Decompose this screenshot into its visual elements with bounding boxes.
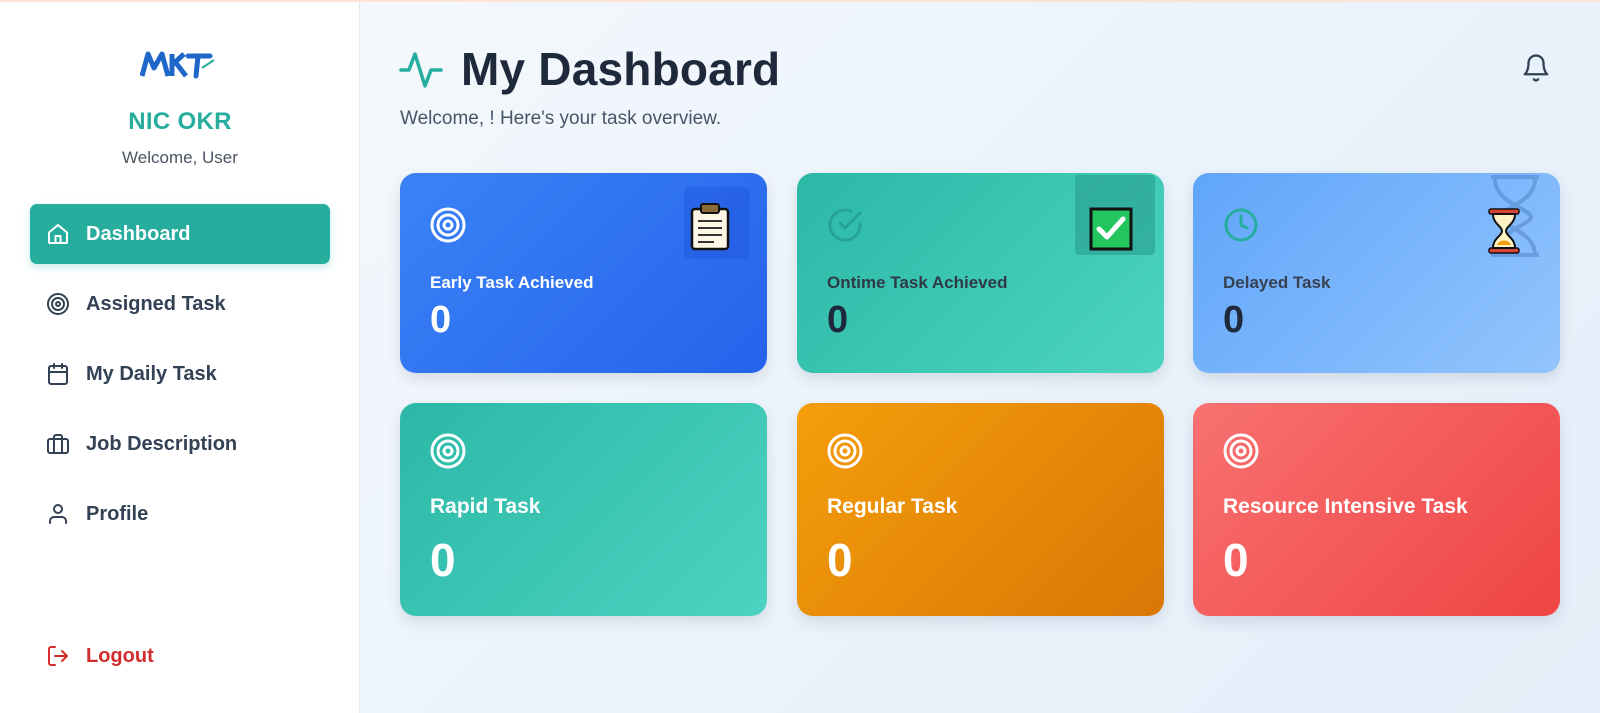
calendar-icon [46,362,70,386]
card-label: Resource Intensive Task [1223,495,1468,518]
sidebar-item-my-daily-task[interactable]: My Daily Task [30,344,330,404]
card-value: 0 [827,299,849,341]
hourglass-icon [1488,175,1539,257]
card-label: Rapid Task [430,495,541,518]
check-circle-icon [828,208,862,242]
target-icon [827,433,863,469]
clipboard-icon [684,187,750,259]
bell-icon[interactable] [1521,52,1551,84]
briefcase-icon [46,432,70,456]
app-title: NIC OKR [128,108,232,135]
check-box-icon [1075,175,1155,255]
card-value: 0 [1223,534,1249,586]
sidebar: NIC OKR Welcome, User Dashboard Assigned… [0,2,360,713]
page-subtitle: Welcome, ! Here's your task overview. [400,108,722,129]
card-value: 0 [1223,299,1245,341]
sidebar-item-label: Profile [86,502,149,525]
sidebar-item-job-description[interactable]: Job Description [30,414,330,474]
sidebar-item-assigned-task[interactable]: Assigned Task [30,274,330,334]
logout-icon [46,644,70,668]
card-label: Regular Task [827,495,958,518]
target-icon [430,433,466,469]
user-icon [46,502,70,526]
stat-card-rapid-task[interactable]: Rapid Task 0 [400,403,767,616]
card-label: Early Task Achieved [430,273,594,292]
target-icon [430,207,466,243]
sidebar-item-label: My Daily Task [86,362,217,385]
card-label: Ontime Task Achieved [827,273,1008,292]
stat-card-resource-intensive-task[interactable]: Resource Intensive Task 0 [1193,403,1560,616]
card-value: 0 [430,534,456,586]
home-icon [46,222,70,246]
welcome-user-text: Welcome, User [122,148,238,167]
target-icon [46,292,70,316]
card-label: Delayed Task [1223,273,1331,292]
stat-card-delayed-task[interactable]: Delayed Task 0 [1193,173,1560,373]
stat-card-ontime-task[interactable]: Ontime Task Achieved 0 [797,173,1164,373]
sidebar-item-label: Job Description [86,432,238,455]
card-value: 0 [430,299,452,341]
sidebar-item-label: Dashboard [86,222,191,245]
page-title: My Dashboard [461,43,781,95]
activity-icon [399,52,443,88]
logout-button[interactable]: Logout [30,626,330,686]
stat-card-early-task[interactable]: Early Task Achieved 0 [400,173,767,373]
main-content: My Dashboard Welcome, ! Here's your task… [361,2,1600,713]
logout-label: Logout [86,644,154,667]
card-value: 0 [827,534,853,586]
target-icon [1223,433,1259,469]
sidebar-item-profile[interactable]: Profile [30,484,330,544]
app-logo [140,51,215,79]
sidebar-item-dashboard[interactable]: Dashboard [30,204,330,264]
sidebar-item-label: Assigned Task [86,292,226,315]
clock-icon [1224,208,1258,242]
stat-card-regular-task[interactable]: Regular Task 0 [797,403,1164,616]
